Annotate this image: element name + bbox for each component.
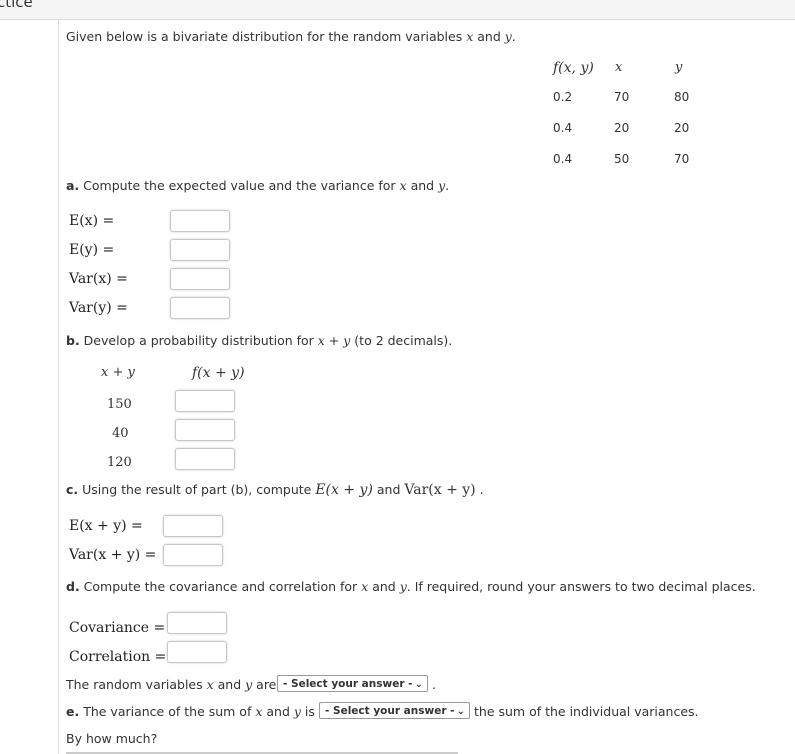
label-var-x: Var(x) =	[69, 271, 128, 287]
e-x-input[interactable]	[170, 210, 230, 232]
chevron-down-icon: ⌄	[414, 679, 423, 690]
variance-comparison-select[interactable]: - Select your answer - ⌄	[319, 702, 470, 719]
part-e-tail: the sum of the individual variances.	[474, 704, 699, 719]
f-sum-input[interactable]	[175, 390, 235, 412]
label-e-y: E(y) =	[69, 242, 115, 258]
left-divider	[58, 20, 59, 754]
correlation-input[interactable]	[167, 641, 227, 663]
label-var-sum: Var(x + y) =	[69, 547, 157, 563]
e-y-input[interactable]	[170, 239, 230, 261]
var-sum-input[interactable]	[163, 544, 223, 566]
sum-value: 120	[107, 455, 132, 470]
label-covariance: Covariance =	[69, 620, 166, 636]
part-a-prompt: a. Compute the expected value and the va…	[66, 178, 450, 193]
label-e-sum: E(x + y) =	[69, 518, 143, 534]
table-cell: 20	[674, 121, 690, 135]
table-cell: 70	[674, 152, 690, 166]
table-header-fxy: f(x, y)	[553, 60, 594, 76]
table-cell: 50	[614, 152, 630, 166]
chevron-down-icon: ⌄	[456, 706, 465, 717]
sum-value: 40	[112, 426, 129, 441]
part-d-prompt: d. Compute the covariance and correlatio…	[66, 579, 756, 594]
relation-period: .	[432, 677, 436, 692]
var-y-input[interactable]	[170, 297, 230, 319]
var-x-input[interactable]	[170, 268, 230, 290]
table-header-y: y	[675, 60, 683, 75]
col-header-f-sum: f(x + y)	[192, 365, 245, 381]
table-cell: 0.2	[553, 90, 573, 104]
e-sum-input[interactable]	[163, 515, 223, 537]
part-b-prompt: b. Develop a probability distribution fo…	[66, 333, 453, 348]
table-cell: 70	[614, 90, 630, 104]
table-cell: 0.4	[553, 152, 573, 166]
by-how-much-label: By how much?	[66, 731, 158, 746]
part-c-prompt: c. Using the result of part (b), compute…	[66, 482, 484, 498]
label-var-y: Var(y) =	[69, 300, 128, 316]
covariance-input[interactable]	[167, 612, 227, 634]
intro-text: Given below is a bivariate distribution …	[66, 29, 516, 44]
relation-select[interactable]: - Select your answer - ⌄	[277, 675, 428, 692]
col-header-sum: x + y	[101, 365, 135, 380]
top-bar: ctice	[0, 0, 795, 20]
table-cell: 0.4	[553, 121, 573, 135]
f-sum-input[interactable]	[175, 419, 235, 441]
f-sum-input[interactable]	[175, 448, 235, 470]
table-cell: 20	[614, 121, 630, 135]
part-e-prompt: e. The variance of the sum of x and y is	[66, 704, 315, 719]
table-cell: 80	[674, 90, 690, 104]
sum-value: 150	[107, 397, 132, 412]
relation-text: The random variables x and y are	[66, 677, 277, 692]
label-e-x: E(x) =	[69, 213, 115, 229]
table-header-x: x	[615, 60, 623, 75]
page-title: ctice	[0, 0, 33, 11]
label-correlation: Correlation =	[69, 649, 167, 665]
